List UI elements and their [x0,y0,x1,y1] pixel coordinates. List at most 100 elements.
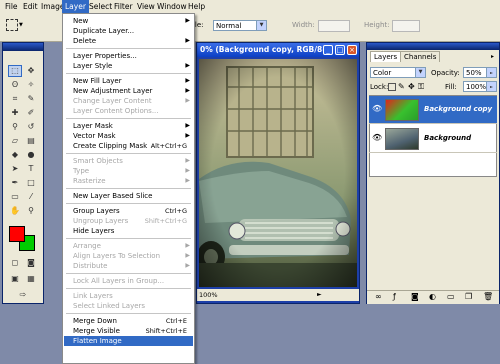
menu-item-arrange[interactable]: Arrange ▶ [64,241,193,251]
menu-item-new-adjustment-layer[interactable]: New Adjustment Layer ▶ [64,86,193,96]
quick-mask-icon[interactable]: ◙ [24,257,38,269]
menu-item-layer-properties[interactable]: Layer Properties... [64,51,193,61]
layers-footer: ∞ ƒ ◙ ◐ ▭ ❐ 🗑 [367,290,499,304]
width-field[interactable] [318,20,350,32]
menu-item-layer-style[interactable]: Layer Style ▶ [64,61,193,71]
layer-style-icon[interactable]: ƒ [393,292,396,301]
eraser-icon[interactable]: ▱ [8,135,22,147]
menu-item-merge-visible[interactable]: Merge Visible Shift+Ctrl+E [64,326,193,336]
style-select[interactable]: Normal ▼ [213,20,267,31]
menu-filter[interactable]: Filter [111,0,136,13]
magic-wand-icon[interactable]: ✧ [24,79,38,91]
menu-separator [66,73,191,74]
tab-channels[interactable]: Channels [400,51,441,62]
menu-item-smart-objects[interactable]: Smart Objects ▶ [64,156,193,166]
layer-mask-icon[interactable]: ◙ [411,292,419,301]
trash-icon[interactable]: 🗑 [483,292,493,301]
submenu-arrow-icon: ▶ [185,262,190,269]
link-layers-icon[interactable]: ∞ [375,292,382,301]
new-group-icon[interactable]: ▭ [447,292,455,301]
menu-item-new-layer-based-slice[interactable]: New Layer Based Slice [64,191,193,201]
submenu-arrow-icon: ▶ [185,37,190,44]
hand-icon[interactable]: ✋ [8,205,22,217]
screen-mode-icon[interactable]: ▣ [8,273,22,285]
maximize-icon[interactable]: □ [335,45,345,55]
jump-to-imageready-icon[interactable]: ⇨ [16,289,30,301]
lock-transparency-icon[interactable] [388,83,396,91]
menu-item-delete[interactable]: Delete ▶ [64,36,193,46]
menu-item-create-clipping-mask[interactable]: Create Clipping Mask Alt+Ctrl+G [64,141,193,151]
menu-separator [66,118,191,119]
menu-item-vector-mask[interactable]: Vector Mask ▶ [64,131,193,141]
slice-icon[interactable]: ✎ [24,93,38,105]
marquee-icon[interactable]: ⬚ [8,65,22,77]
menu-item-shortcut: Shift+Ctrl+G [144,217,187,225]
scroll-right-icon[interactable]: ► [317,291,322,298]
adjustment-layer-icon[interactable]: ◐ [429,292,436,301]
image-canvas[interactable] [199,59,357,287]
fullscreen-icon[interactable]: ▦ [24,273,38,285]
menu-file[interactable]: File [2,0,21,13]
healing-brush-icon[interactable]: ✚ [8,107,22,119]
minimize-icon[interactable]: _ [323,45,333,55]
move-icon[interactable]: ✥ [24,65,38,77]
brush-icon[interactable]: ✐ [24,107,38,119]
menu-item-hide-layers[interactable]: Hide Layers [64,226,193,236]
menu-item-distribute[interactable]: Distribute ▶ [64,261,193,271]
menu-item-new[interactable]: New ▶ [64,16,193,26]
notes-icon[interactable]: ▭ [8,191,22,203]
clone-stamp-icon[interactable]: ⚲ [8,121,22,133]
standard-mode-icon[interactable]: ◻ [8,257,22,269]
marquee-tool-icon[interactable] [6,19,18,31]
menu-item-rasterize[interactable]: Rasterize ▶ [64,176,193,186]
menu-item-layer-content-options[interactable]: Layer Content Options... [64,106,193,116]
menu-help[interactable]: Help [185,0,208,13]
visibility-eye-icon[interactable]: 👁 [372,134,382,142]
panel-menu-icon[interactable]: ▸ [491,53,494,60]
lock-all-icon[interactable]: ⚿ [418,82,424,92]
menu-item-ungroup-layers[interactable]: Ungroup Layers Shift+Ctrl+G [64,216,193,226]
menu-layer[interactable]: Layer [62,0,89,13]
menu-item-link-layers[interactable]: Link Layers [64,291,193,301]
close-icon[interactable]: × [347,45,357,55]
type-icon[interactable]: T [24,163,38,175]
menu-item-flatten-image[interactable]: Flatten Image [64,336,193,346]
menu-item-change-layer-content[interactable]: Change Layer Content ▶ [64,96,193,106]
dodge-icon[interactable]: ● [24,149,38,161]
zoom-icon[interactable]: ⚲ [24,205,38,217]
menu-item-duplicate-layer[interactable]: Duplicate Layer... [64,26,193,36]
opacity-field[interactable]: 50% ► [463,67,497,78]
blur-icon[interactable]: ◆ [8,149,22,161]
shape-icon[interactable]: □ [24,177,38,189]
visibility-eye-icon[interactable]: 👁 [372,105,382,113]
height-field[interactable] [392,20,420,32]
menu-item-layer-mask[interactable]: Layer Mask ▶ [64,121,193,131]
menu-item-merge-down[interactable]: Merge Down Ctrl+E [64,316,193,326]
path-selection-icon[interactable]: ➤ [8,163,22,175]
tool-preset-arrow-icon[interactable]: ▼ [19,22,23,28]
toolbox-header [3,43,43,51]
vintage-car-photo [199,59,357,287]
tab-layers[interactable]: Layers [370,51,402,62]
crop-icon[interactable]: ⌗ [8,93,22,105]
layer-row-background[interactable]: 👁 Background [369,125,497,153]
submenu-arrow-icon: ▶ [185,242,190,249]
fill-field[interactable]: 100% ► [463,81,497,92]
menu-item-group-layers[interactable]: Group Layers Ctrl+G [64,206,193,216]
menu-item-lock-all-layers-in-group[interactable]: Lock All Layers in Group... [64,276,193,286]
eyedropper-icon[interactable]: ⁄ [24,191,38,203]
gradient-icon[interactable]: ▤ [24,135,38,147]
menu-item-select-linked-layers[interactable]: Select Linked Layers [64,301,193,311]
new-layer-icon[interactable]: ❐ [465,292,472,301]
blend-mode-select[interactable]: Color ▼ [370,67,426,78]
lock-position-icon[interactable]: ✥ [408,82,415,91]
menu-item-type[interactable]: Type ▶ [64,166,193,176]
lock-pixels-icon[interactable]: ✎ [398,82,405,91]
menu-item-align-layers-to-selection[interactable]: Align Layers To Selection ▶ [64,251,193,261]
layer-row-background-copy[interactable]: 👁 Background copy [369,96,497,124]
pen-icon[interactable]: ✒ [8,177,22,189]
menu-item-new-fill-layer[interactable]: New Fill Layer ▶ [64,76,193,86]
menu-item-label: Link Layers [73,292,113,300]
lasso-icon[interactable]: ʘ [8,79,22,91]
history-brush-icon[interactable]: ↺ [24,121,38,133]
